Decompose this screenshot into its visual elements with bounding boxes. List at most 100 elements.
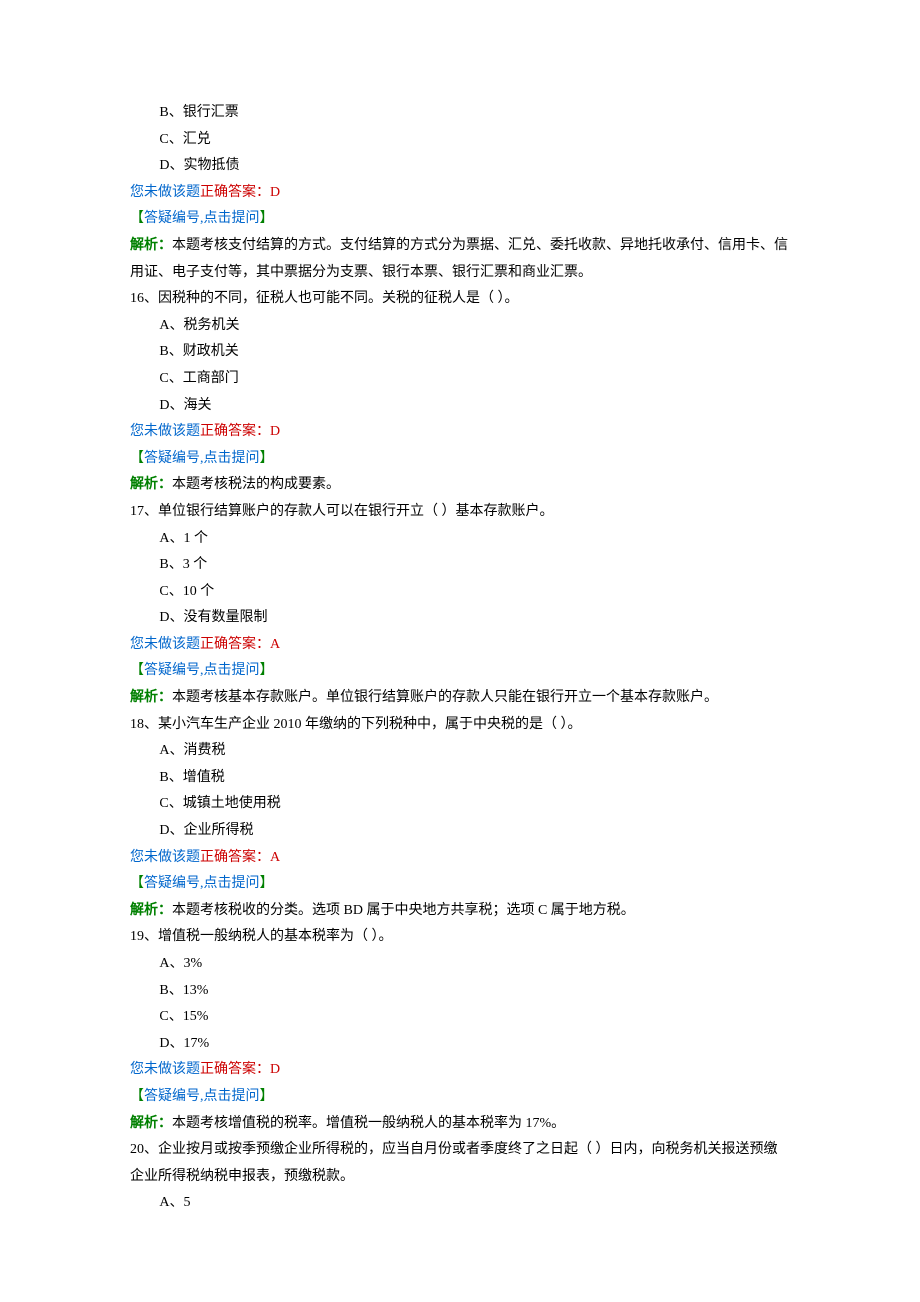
question-stem: 18、某小汽车生产企业 2010 年缴纳的下列税种中，属于中央税的是（ ）。 — [130, 712, 790, 739]
option-text: C、汇兑 — [159, 132, 210, 147]
question-link-line[interactable]: 【答疑编号,点击提问】 — [130, 1084, 790, 1111]
question-18: 18、某小汽车生产企业 2010 年缴纳的下列税种中，属于中央税的是（ ）。 A… — [130, 712, 790, 925]
question-link[interactable]: 答疑编号,点击提问 — [144, 1089, 260, 1104]
option-text: C、城镇土地使用税 — [159, 796, 280, 811]
option-text: A、5 — [159, 1195, 190, 1210]
bracket-close: 】 — [260, 451, 274, 466]
option-text: C、10 个 — [159, 584, 214, 599]
analysis-text: 本题考核增值税的税率。增值税一般纳税人的基本税率为 17%。 — [172, 1116, 565, 1131]
bracket-open: 【 — [130, 1089, 144, 1104]
option-text: B、13% — [159, 983, 208, 998]
option-a: A、5 — [130, 1190, 790, 1217]
option-d: D、没有数量限制 — [130, 605, 790, 632]
question-link-line[interactable]: 【答疑编号,点击提问】 — [130, 871, 790, 898]
question-19: 19、增值税一般纳税人的基本税率为（ ）。 A、3% B、13% C、15% D… — [130, 924, 790, 1137]
option-text: D、没有数量限制 — [159, 610, 267, 625]
analysis-line: 解析：本题考核支付结算的方式。支付结算的方式分为票据、汇兑、委托收款、异地托收承… — [130, 233, 790, 286]
question-link[interactable]: 答疑编号,点击提问 — [144, 663, 260, 678]
question-link[interactable]: 答疑编号,点击提问 — [144, 211, 260, 226]
correct-answer-value: D — [270, 185, 280, 200]
option-text: A、1 个 — [159, 531, 208, 546]
bracket-close: 】 — [260, 211, 274, 226]
correct-answer-label: 正确答案： — [200, 850, 270, 865]
option-text: B、3 个 — [159, 557, 207, 572]
answer-line: 您未做该题正确答案：D — [130, 180, 790, 207]
analysis-text: 本题考核支付结算的方式。支付结算的方式分为票据、汇兑、委托收款、异地托收承付、信… — [130, 238, 788, 280]
option-text: A、消费税 — [159, 743, 225, 758]
bracket-close: 】 — [260, 1089, 274, 1104]
bracket-open: 【 — [130, 451, 144, 466]
question-link[interactable]: 答疑编号,点击提问 — [144, 451, 260, 466]
bracket-close: 】 — [260, 663, 274, 678]
correct-answer-value: A — [270, 637, 280, 652]
option-c: C、工商部门 — [130, 366, 790, 393]
option-d: D、企业所得税 — [130, 818, 790, 845]
bracket-open: 【 — [130, 663, 144, 678]
question-link[interactable]: 答疑编号,点击提问 — [144, 876, 260, 891]
option-b: B、财政机关 — [130, 339, 790, 366]
status-not-done: 您未做该题 — [130, 850, 200, 865]
analysis-label: 解析： — [130, 903, 172, 918]
option-text: D、海关 — [159, 398, 211, 413]
option-text: B、增值税 — [159, 770, 224, 785]
option-d: D、海关 — [130, 393, 790, 420]
status-not-done: 您未做该题 — [130, 637, 200, 652]
answer-line: 您未做该题正确答案：D — [130, 1057, 790, 1084]
status-not-done: 您未做该题 — [130, 424, 200, 439]
option-d: D、实物抵债 — [130, 153, 790, 180]
question-stem: 16、因税种的不同，征税人也可能不同。关税的征税人是（ ）。 — [130, 286, 790, 313]
correct-answer-value: D — [270, 1062, 280, 1077]
analysis-label: 解析： — [130, 690, 172, 705]
bracket-open: 【 — [130, 211, 144, 226]
correct-answer-label: 正确答案： — [200, 424, 270, 439]
option-text: A、税务机关 — [159, 318, 239, 333]
bracket-open: 【 — [130, 876, 144, 891]
analysis-text: 本题考核税法的构成要素。 — [172, 477, 340, 492]
option-b: B、3 个 — [130, 552, 790, 579]
question-stem: 19、增值税一般纳税人的基本税率为（ ）。 — [130, 924, 790, 951]
option-text: B、银行汇票 — [159, 105, 238, 120]
option-c: C、10 个 — [130, 579, 790, 606]
option-c: C、汇兑 — [130, 127, 790, 154]
question-link-line[interactable]: 【答疑编号,点击提问】 — [130, 658, 790, 685]
option-c: C、城镇土地使用税 — [130, 791, 790, 818]
option-a: A、税务机关 — [130, 313, 790, 340]
option-c: C、15% — [130, 1004, 790, 1031]
option-a: A、3% — [130, 951, 790, 978]
option-a: A、1 个 — [130, 526, 790, 553]
option-d: D、17% — [130, 1031, 790, 1058]
bracket-close: 】 — [260, 876, 274, 891]
option-text: C、工商部门 — [159, 371, 238, 386]
question-17: 17、单位银行结算账户的存款人可以在银行开立（ ）基本存款账户。 A、1 个 B… — [130, 499, 790, 712]
answer-line: 您未做该题正确答案：A — [130, 632, 790, 659]
option-text: B、财政机关 — [159, 344, 238, 359]
question-stem: 17、单位银行结算账户的存款人可以在银行开立（ ）基本存款账户。 — [130, 499, 790, 526]
option-b: B、银行汇票 — [130, 100, 790, 127]
answer-line: 您未做该题正确答案：D — [130, 419, 790, 446]
analysis-text: 本题考核税收的分类。选项 BD 属于中央地方共享税；选项 C 属于地方税。 — [172, 903, 635, 918]
analysis-line: 解析：本题考核基本存款账户。单位银行结算账户的存款人只能在银行开立一个基本存款账… — [130, 685, 790, 712]
option-text: D、企业所得税 — [159, 823, 253, 838]
analysis-line: 解析：本题考核税法的构成要素。 — [130, 472, 790, 499]
analysis-label: 解析： — [130, 477, 172, 492]
status-not-done: 您未做该题 — [130, 1062, 200, 1077]
question-16: 16、因税种的不同，征税人也可能不同。关税的征税人是（ ）。 A、税务机关 B、… — [130, 286, 790, 499]
analysis-label: 解析： — [130, 238, 172, 253]
analysis-label: 解析： — [130, 1116, 172, 1131]
analysis-line: 解析：本题考核税收的分类。选项 BD 属于中央地方共享税；选项 C 属于地方税。 — [130, 898, 790, 925]
question-link-line[interactable]: 【答疑编号,点击提问】 — [130, 206, 790, 233]
option-text: D、实物抵债 — [159, 158, 239, 173]
correct-answer-label: 正确答案： — [200, 1062, 270, 1077]
option-b: B、13% — [130, 978, 790, 1005]
analysis-line: 解析：本题考核增值税的税率。增值税一般纳税人的基本税率为 17%。 — [130, 1111, 790, 1138]
option-text: C、15% — [159, 1009, 208, 1024]
correct-answer-value: D — [270, 424, 280, 439]
option-text: D、17% — [159, 1036, 209, 1051]
question-stem: 20、企业按月或按季预缴企业所得税的，应当自月份或者季度终了之日起（ ）日内，向… — [130, 1137, 790, 1190]
question-link-line[interactable]: 【答疑编号,点击提问】 — [130, 446, 790, 473]
option-text: A、3% — [159, 956, 202, 971]
question-15-partial: B、银行汇票 C、汇兑 D、实物抵债 您未做该题正确答案：D 【答疑编号,点击提… — [130, 100, 790, 286]
option-a: A、消费税 — [130, 738, 790, 765]
option-b: B、增值税 — [130, 765, 790, 792]
status-not-done: 您未做该题 — [130, 185, 200, 200]
